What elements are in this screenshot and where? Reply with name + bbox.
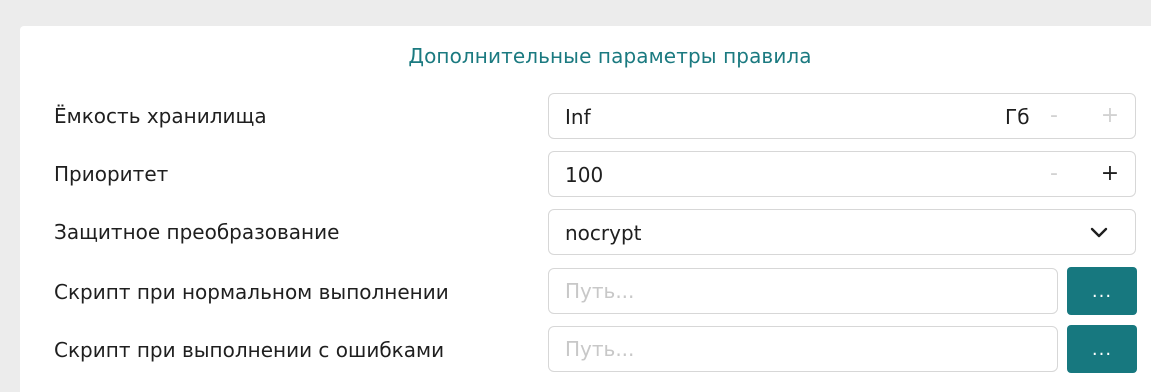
script-err-path-input[interactable] [548,326,1058,372]
script-err-browse-button[interactable]: ... [1067,325,1137,373]
script-err-label: Скрипт при выполнении с ошибками [54,338,445,362]
transform-label: Защитное преобразование [54,220,340,244]
capacity-field[interactable]: Inf Гб - + [548,93,1136,139]
capacity-increment-button[interactable]: + [1098,102,1122,130]
rule-extra-params-panel: Дополнительные параметры правила Ёмкость… [20,26,1151,392]
capacity-label: Ёмкость хранилища [54,104,267,128]
capacity-decrement-button[interactable]: - [1042,102,1066,130]
script-ok-path-input[interactable] [548,268,1058,314]
priority-label: Приоритет [54,162,169,186]
section-title: Дополнительные параметры правила [408,44,812,68]
priority-decrement-button[interactable]: - [1042,160,1066,188]
transform-selected-value: nocrypt [565,221,642,245]
capacity-value[interactable]: Inf [565,105,591,129]
priority-field[interactable]: 100 - + [548,151,1136,197]
capacity-unit: Гб [1005,105,1030,129]
priority-increment-button[interactable]: + [1098,160,1122,188]
script-ok-label: Скрипт при нормальном выполнении [54,280,449,304]
transform-select[interactable]: nocrypt [548,209,1136,255]
chevron-down-icon[interactable] [1087,222,1111,244]
script-ok-browse-button[interactable]: ... [1067,267,1137,315]
priority-value[interactable]: 100 [565,163,603,187]
